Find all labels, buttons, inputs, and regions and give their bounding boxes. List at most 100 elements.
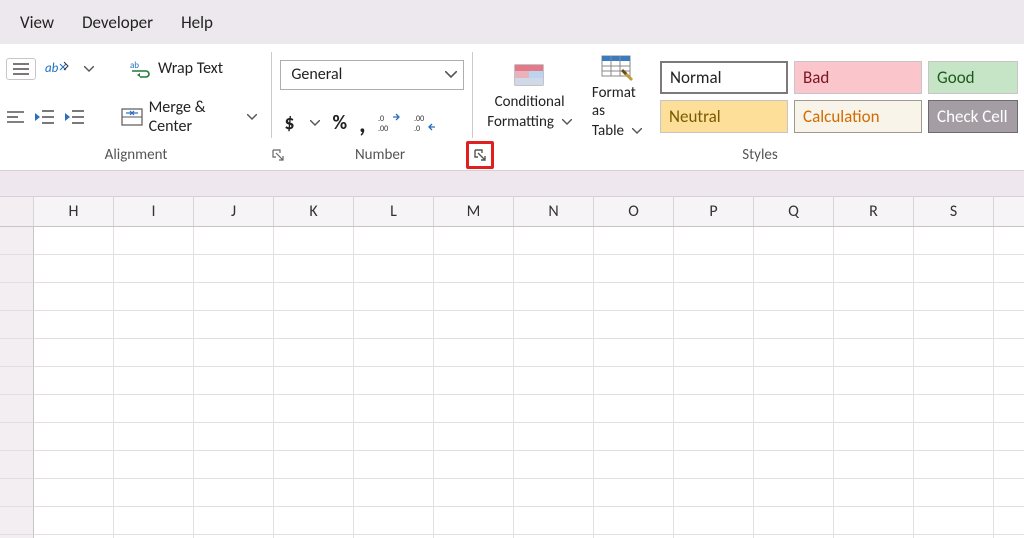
cell[interactable]: [194, 479, 274, 507]
cell[interactable]: [834, 227, 914, 255]
column-header[interactable]: J: [194, 197, 274, 226]
column-header[interactable]: L: [354, 197, 434, 226]
cell[interactable]: [674, 311, 754, 339]
cell[interactable]: [34, 311, 114, 339]
cell[interactable]: [434, 395, 514, 423]
cell[interactable]: [834, 451, 914, 479]
cell[interactable]: [514, 479, 594, 507]
cell[interactable]: [594, 395, 674, 423]
cell[interactable]: [514, 367, 594, 395]
cell[interactable]: [754, 423, 834, 451]
cell[interactable]: [594, 423, 674, 451]
cell[interactable]: [674, 255, 754, 283]
cell[interactable]: [914, 423, 994, 451]
cell[interactable]: [114, 283, 194, 311]
column-header[interactable]: M: [434, 197, 514, 226]
cell[interactable]: [194, 367, 274, 395]
cell[interactable]: [994, 339, 1024, 367]
cell[interactable]: [194, 507, 274, 535]
cell-styles-gallery[interactable]: Normal Bad Good Neutral Calculation Chec…: [656, 61, 1018, 133]
cell[interactable]: [914, 395, 994, 423]
cell[interactable]: [434, 311, 514, 339]
cell[interactable]: [354, 451, 434, 479]
cell[interactable]: [194, 227, 274, 255]
row-header[interactable]: [0, 507, 34, 535]
cell[interactable]: [674, 283, 754, 311]
cell[interactable]: [274, 395, 354, 423]
cell[interactable]: [674, 479, 754, 507]
cell[interactable]: [114, 479, 194, 507]
cell[interactable]: [34, 255, 114, 283]
cell[interactable]: [994, 227, 1024, 255]
cell[interactable]: [434, 283, 514, 311]
cell[interactable]: [594, 367, 674, 395]
column-header[interactable]: Q: [754, 197, 834, 226]
cell[interactable]: [274, 283, 354, 311]
cell[interactable]: [34, 507, 114, 535]
cell[interactable]: [754, 507, 834, 535]
cell[interactable]: [34, 227, 114, 255]
column-header[interactable]: H: [34, 197, 114, 226]
cell[interactable]: [194, 339, 274, 367]
cell[interactable]: [114, 311, 194, 339]
cell[interactable]: [274, 227, 354, 255]
cell[interactable]: [754, 227, 834, 255]
cell[interactable]: [114, 451, 194, 479]
cell[interactable]: [114, 227, 194, 255]
cell[interactable]: [194, 311, 274, 339]
cell[interactable]: [354, 479, 434, 507]
orientation-button[interactable]: ab: [44, 58, 72, 80]
cell[interactable]: [514, 227, 594, 255]
cell[interactable]: [834, 507, 914, 535]
cell[interactable]: [754, 255, 834, 283]
cell[interactable]: [594, 451, 674, 479]
cell[interactable]: [194, 395, 274, 423]
column-header[interactable]: I: [114, 197, 194, 226]
align-left-icon[interactable]: [6, 110, 26, 124]
cell[interactable]: [914, 283, 994, 311]
cell[interactable]: [434, 479, 514, 507]
cell[interactable]: [754, 283, 834, 311]
cell[interactable]: [434, 255, 514, 283]
spreadsheet-grid[interactable]: HIJKLMNOPQRST: [0, 197, 1024, 538]
decrease-indent-icon[interactable]: [34, 109, 56, 125]
cell[interactable]: [194, 283, 274, 311]
cell[interactable]: [994, 311, 1024, 339]
cell[interactable]: [834, 423, 914, 451]
style-calculation[interactable]: Calculation: [794, 100, 922, 133]
row-header[interactable]: [0, 255, 34, 283]
cell[interactable]: [34, 367, 114, 395]
menu-view[interactable]: View: [20, 12, 54, 33]
cell[interactable]: [34, 423, 114, 451]
cell[interactable]: [994, 283, 1024, 311]
cell[interactable]: [674, 395, 754, 423]
cell[interactable]: [354, 423, 434, 451]
cell[interactable]: [514, 311, 594, 339]
cell[interactable]: [914, 479, 994, 507]
increase-indent-icon[interactable]: [64, 109, 86, 125]
cell[interactable]: [754, 339, 834, 367]
cell[interactable]: [354, 395, 434, 423]
cell[interactable]: [674, 339, 754, 367]
cell[interactable]: [434, 451, 514, 479]
wrap-text-button[interactable]: ab Wrap Text: [124, 57, 229, 81]
cell[interactable]: [914, 451, 994, 479]
row-header[interactable]: [0, 311, 34, 339]
cell[interactable]: [114, 423, 194, 451]
accounting-dropdown-icon[interactable]: [310, 120, 320, 126]
percent-format-button[interactable]: %: [332, 111, 347, 135]
cell[interactable]: [994, 423, 1024, 451]
cell[interactable]: [674, 227, 754, 255]
cell[interactable]: [354, 311, 434, 339]
style-check-cell[interactable]: Check Cell: [928, 100, 1018, 133]
cell[interactable]: [834, 255, 914, 283]
merge-center-button[interactable]: Merge & Center: [115, 96, 264, 138]
cell[interactable]: [434, 507, 514, 535]
cell[interactable]: [514, 339, 594, 367]
cell[interactable]: [914, 367, 994, 395]
cell[interactable]: [594, 339, 674, 367]
cell[interactable]: [594, 255, 674, 283]
cell[interactable]: [674, 507, 754, 535]
menu-developer[interactable]: Developer: [82, 12, 153, 33]
cell[interactable]: [514, 283, 594, 311]
